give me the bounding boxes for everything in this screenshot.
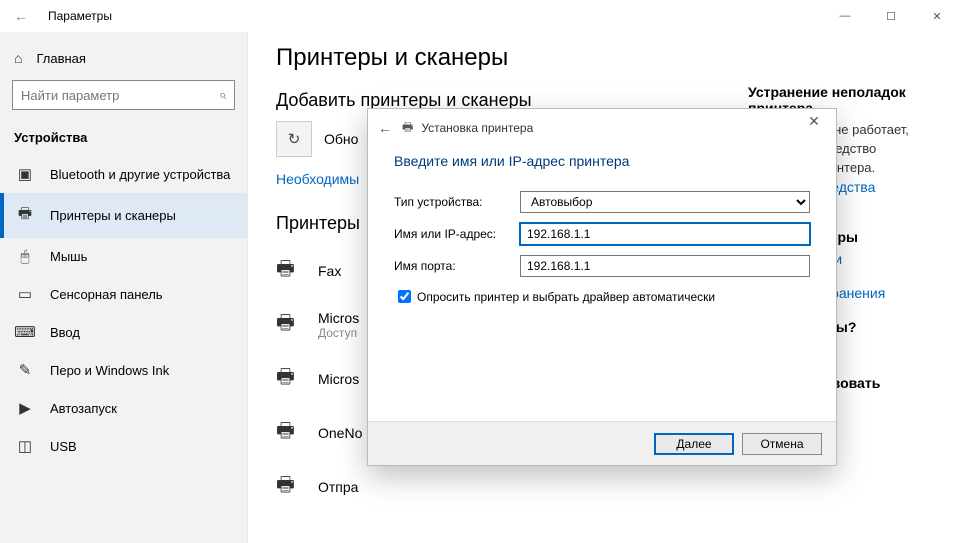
printer-wizard-icon: 🖶 — [402, 118, 413, 139]
printer-name: Micros — [318, 371, 359, 387]
home-nav[interactable]: ⌂ Главная — [0, 42, 247, 74]
printer-icon: 🖶 — [14, 203, 36, 228]
close-button[interactable]: ✕ — [914, 0, 960, 32]
nav-mouse[interactable]: 🖱 Мышь — [0, 238, 247, 275]
usb-icon: ◫ — [14, 437, 36, 455]
dialog-title: Установка принтера — [421, 121, 533, 135]
nav-label: Мышь — [50, 249, 87, 264]
bluetooth-icon: ▣ — [14, 165, 36, 183]
window-controls: — ☐ ✕ — [822, 0, 960, 32]
add-printer-dialog: ✕ ← 🖶 Установка принтера Введите имя или… — [367, 108, 837, 466]
touchpad-icon: ▭ — [14, 285, 36, 303]
autodetect-checkbox[interactable] — [398, 290, 411, 303]
next-button[interactable]: Далее — [654, 433, 734, 455]
nav-autoplay[interactable]: ▶ Автозапуск — [0, 389, 247, 427]
printer-device-icon: 🖶 — [276, 362, 306, 396]
back-arrow-icon[interactable]: ← — [14, 8, 28, 24]
keyboard-icon: ⌨ — [14, 323, 36, 341]
host-input[interactable] — [520, 223, 810, 245]
cancel-button[interactable]: Отмена — [742, 433, 822, 455]
titlebar: ← Параметры — [0, 0, 960, 32]
nav-label: USB — [50, 439, 77, 454]
nav-label: Перо и Windows Ink — [50, 363, 169, 378]
nav-printers[interactable]: 🖶 Принтеры и сканеры — [0, 193, 247, 238]
autoplay-icon: ▶ — [14, 399, 36, 417]
page-title: Принтеры и сканеры — [276, 44, 932, 72]
minimize-button[interactable]: — — [822, 0, 868, 32]
printer-device-icon: 🖶 — [276, 416, 306, 450]
printer-device-icon: 🖶 — [276, 470, 306, 504]
refresh-button[interactable]: ↻ — [276, 121, 312, 157]
nav-label: Принтеры и сканеры — [50, 208, 176, 223]
dialog-back-icon[interactable]: ← — [378, 120, 392, 136]
search-input[interactable]: Найти параметр ⌕ — [12, 80, 235, 110]
nav-typing[interactable]: ⌨ Ввод — [0, 313, 247, 351]
printer-name: Отпра — [318, 479, 358, 495]
nav-label: Автозапуск — [50, 401, 117, 416]
port-label: Имя порта: — [394, 259, 520, 273]
search-icon: ⌕ — [219, 87, 226, 103]
maximize-button[interactable]: ☐ — [868, 0, 914, 32]
nav-usb[interactable]: ◫ USB — [0, 427, 247, 465]
port-input[interactable] — [520, 255, 810, 277]
search-placeholder: Найти параметр — [21, 88, 219, 103]
dialog-footer: Далее Отмена — [368, 421, 836, 465]
printer-item[interactable]: 🖶 Отпра — [276, 460, 932, 514]
printer-sub: Доступ — [318, 326, 359, 340]
nav-bluetooth[interactable]: ▣ Bluetooth и другие устройства — [0, 155, 247, 193]
printer-name: Micros — [318, 310, 359, 326]
sidebar: ⌂ Главная Найти параметр ⌕ Устройства ▣ … — [0, 32, 248, 543]
home-icon: ⌂ — [14, 50, 22, 66]
printer-device-icon: 🖶 — [276, 254, 306, 288]
device-type-select[interactable]: Автовыбор — [520, 191, 810, 213]
nav-touchpad[interactable]: ▭ Сенсорная панель — [0, 275, 247, 313]
section-head: Устройства — [0, 124, 247, 155]
nav-label: Bluetooth и другие устройства — [50, 167, 230, 182]
pen-icon: ✎ — [14, 361, 36, 379]
nav-label: Сенсорная панель — [50, 287, 163, 302]
dialog-heading: Введите имя или IP-адрес принтера — [394, 153, 810, 169]
printer-name: Fax — [318, 263, 341, 279]
refresh-text: Обно — [324, 131, 358, 147]
device-type-label: Тип устройства: — [394, 195, 520, 209]
mouse-icon: 🖱 — [14, 248, 36, 265]
printer-name: OneNo — [318, 425, 362, 441]
home-label: Главная — [36, 51, 85, 66]
printer-device-icon: 🖶 — [276, 308, 306, 342]
window-title: Параметры — [48, 9, 112, 23]
nav-pen[interactable]: ✎ Перо и Windows Ink — [0, 351, 247, 389]
nav-label: Ввод — [50, 325, 80, 340]
dialog-titlebar: ← 🖶 Установка принтера — [368, 109, 836, 147]
dialog-close-button[interactable]: ✕ — [792, 107, 836, 135]
host-label: Имя или IP-адрес: — [394, 227, 520, 241]
autodetect-label: Опросить принтер и выбрать драйвер автом… — [417, 290, 715, 304]
